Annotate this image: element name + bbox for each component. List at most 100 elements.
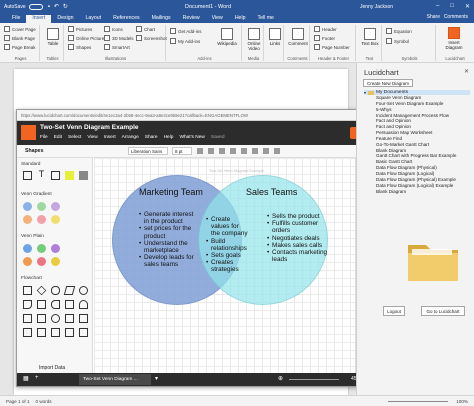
tab-file[interactable]: File: [6, 15, 26, 23]
go-to-lucidchart-button[interactable]: Go to Lucidchart: [421, 306, 465, 316]
menu-share[interactable]: Share: [145, 135, 158, 140]
display-shape[interactable]: [79, 314, 88, 323]
menu-arrange[interactable]: Arrange: [122, 135, 139, 140]
menu-file[interactable]: File: [40, 135, 48, 140]
pictures-button[interactable]: Pictures: [68, 26, 92, 32]
connector-shape[interactable]: [79, 286, 88, 295]
fill-color-icon[interactable]: [252, 148, 258, 154]
database-shape[interactable]: [79, 300, 88, 309]
tab-view[interactable]: View: [206, 15, 229, 23]
tab-help[interactable]: Help: [229, 15, 252, 23]
venn-purple-shape[interactable]: [51, 202, 60, 211]
venn-blue-shape[interactable]: [23, 202, 32, 211]
process-shape[interactable]: [23, 286, 32, 295]
comments-button[interactable]: Comments: [444, 14, 468, 20]
venn-plain-purple-shape[interactable]: [51, 244, 60, 253]
sales-list[interactable]: Sells the product Fulfills customer orde…: [267, 213, 333, 263]
tab-insert[interactable]: Insert: [26, 15, 52, 23]
sticky-note-shape[interactable]: [65, 171, 74, 180]
loop-limit-shape[interactable]: [51, 328, 60, 337]
autosave-toggle[interactable]: [28, 3, 43, 10]
header-button[interactable]: Header: [314, 26, 337, 32]
font-size-select[interactable]: 8 pt: [172, 147, 192, 155]
venn-title-marketing[interactable]: Marketing Team: [139, 187, 203, 197]
share-button[interactable]: Share: [427, 14, 440, 20]
import-data-button[interactable]: Import Data: [39, 365, 65, 371]
data-shape[interactable]: [63, 286, 76, 295]
create-new-diagram-button[interactable]: Create New Diagram: [363, 79, 413, 87]
tab-mailings[interactable]: Mailings: [146, 15, 177, 23]
collapse-icon[interactable]: ▾: [364, 90, 366, 95]
venn-green-shape[interactable]: [37, 202, 46, 211]
marketing-list[interactable]: Generate interest in the product set pri…: [139, 211, 199, 269]
tab-references[interactable]: References: [107, 15, 146, 23]
text-color-icon[interactable]: [230, 148, 236, 154]
venn-plain-red-shape[interactable]: [37, 257, 46, 266]
get-addins-button[interactable]: Get Add-ins: [170, 28, 202, 34]
tape-shape[interactable]: [37, 314, 46, 323]
minimize-icon[interactable]: –: [436, 3, 439, 10]
preparation-shape[interactable]: [23, 328, 32, 337]
section-venn-gradient[interactable]: Venn Gradient: [21, 192, 52, 197]
add-page-icon[interactable]: +: [35, 375, 39, 381]
font-select[interactable]: Liberation Sans: [128, 147, 168, 155]
table-button[interactable]: Table: [42, 28, 64, 46]
logout-button[interactable]: Logout: [383, 306, 405, 316]
footer-button[interactable]: Footer: [314, 35, 335, 41]
menu-whats-new[interactable]: What's New: [179, 135, 204, 140]
zoom-slider[interactable]: [289, 379, 339, 380]
storage-shape[interactable]: [37, 328, 46, 337]
page-number-button[interactable]: Page Number: [314, 44, 350, 50]
icons-button[interactable]: Icons: [104, 26, 123, 32]
user-name[interactable]: Jenny Jackson: [360, 4, 393, 10]
3d-models-button[interactable]: 3D Models: [104, 35, 134, 41]
menu-insert[interactable]: Insert: [104, 135, 116, 140]
text-shape[interactable]: T: [37, 170, 46, 179]
venn-yellow-shape[interactable]: [51, 215, 60, 224]
terminator-shape[interactable]: [51, 286, 60, 295]
insert-diagram-button[interactable]: Insert Diagram: [443, 27, 465, 50]
predefined-process-shape[interactable]: [37, 300, 46, 309]
text-box-button[interactable]: Text Box: [359, 28, 381, 46]
collate-shape[interactable]: [65, 328, 74, 337]
zoom-slider[interactable]: [388, 400, 448, 402]
venn-red-shape[interactable]: [37, 215, 46, 224]
close-icon[interactable]: ✕: [465, 3, 470, 10]
page-menu-icon[interactable]: ▾: [155, 375, 158, 382]
image-shape[interactable]: [79, 171, 88, 180]
venn-plain-orange-shape[interactable]: [23, 257, 32, 266]
rectangle-shape[interactable]: [23, 171, 32, 180]
chart-button[interactable]: Chart: [136, 26, 155, 32]
venn-title-sales[interactable]: Sales Teams: [246, 187, 297, 197]
document-shape[interactable]: [23, 300, 32, 309]
or-shape[interactable]: [51, 314, 60, 323]
menu-view[interactable]: View: [87, 135, 97, 140]
redo-icon[interactable]: ↻: [63, 3, 68, 10]
fit-page-icon[interactable]: ⊕: [278, 375, 283, 382]
venn-plain-green-shape[interactable]: [37, 244, 46, 253]
document-item[interactable]: Blank Diagram: [364, 189, 470, 195]
venn-orange-shape[interactable]: [23, 215, 32, 224]
cover-page-button[interactable]: Cover Page: [4, 26, 36, 32]
links-button[interactable]: Links: [264, 28, 286, 46]
online-pictures-button[interactable]: Online Pictures: [68, 35, 107, 41]
my-addins-button[interactable]: My Add-ins: [170, 38, 200, 44]
section-venn-plain[interactable]: Venn Plain: [21, 234, 44, 239]
venn-plain-blue-shape[interactable]: [23, 244, 32, 253]
document-item[interactable]: Data Flow Diagram (Physical) Example: [364, 177, 470, 183]
maximize-icon[interactable]: □: [450, 3, 454, 10]
off-page-shape[interactable]: [79, 328, 88, 337]
document-title[interactable]: Two-Set Venn Diagram Example: [40, 124, 139, 131]
menu-help[interactable]: Help: [164, 135, 174, 140]
note-shape[interactable]: [51, 171, 60, 180]
menu-edit[interactable]: Edit: [54, 135, 62, 140]
align-icon[interactable]: [241, 148, 247, 154]
blank-page-button[interactable]: Blank Page: [4, 35, 35, 41]
close-icon[interactable]: ✕: [464, 68, 469, 75]
screenshot-button[interactable]: Screenshot: [136, 35, 167, 41]
section-standard[interactable]: Standard: [21, 162, 40, 167]
bold-icon[interactable]: [197, 148, 203, 154]
symbol-button[interactable]: Symbol: [386, 38, 409, 44]
page-count[interactable]: Page 1 of 1: [6, 399, 30, 404]
page-tab[interactable]: Two-Set Venn Diagram ...: [79, 374, 151, 385]
